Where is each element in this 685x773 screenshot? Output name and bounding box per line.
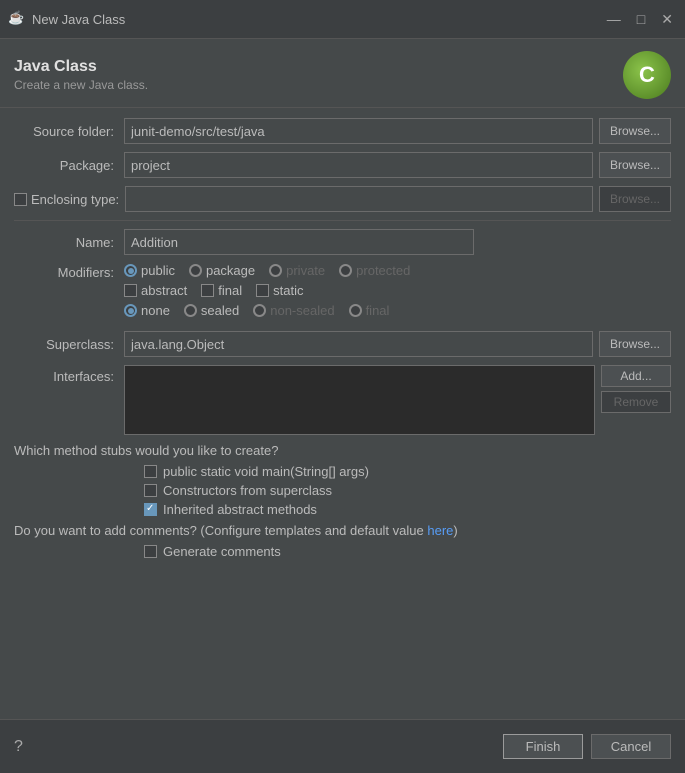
modifiers-label: Modifiers:	[14, 263, 124, 280]
enclosing-type-input[interactable]	[125, 186, 593, 212]
modifier-abstract[interactable]: abstract	[124, 283, 187, 298]
package-row: Package: Browse...	[14, 152, 671, 178]
comments-items: Generate comments	[14, 544, 671, 559]
source-folder-browse-button[interactable]: Browse...	[599, 118, 671, 144]
name-row: Name:	[14, 229, 671, 255]
java-icon: ☕	[8, 10, 26, 28]
modifiers-content: public package private protected	[124, 263, 671, 323]
source-folder-label: Source folder:	[14, 124, 124, 139]
source-folder-row: Source folder: Browse...	[14, 118, 671, 144]
comments-question: Do you want to add comments? (Configure …	[14, 523, 671, 538]
dialog-body: Java Class Create a new Java class. C So…	[0, 39, 685, 773]
footer-buttons: Finish Cancel	[503, 734, 671, 759]
comments-link[interactable]: here	[427, 523, 453, 538]
title-bar-title: New Java Class	[32, 12, 125, 27]
header-title: Java Class	[14, 58, 148, 76]
superclass-row: Superclass: Browse...	[14, 331, 671, 357]
help-button[interactable]: ?	[14, 738, 23, 756]
stub-inherited-checkbox[interactable]	[144, 503, 157, 516]
remove-interface-button[interactable]: Remove	[601, 391, 671, 413]
enclosing-type-label: Enclosing type:	[31, 192, 119, 207]
modifiers-row-2: abstract final static	[124, 283, 671, 298]
interfaces-content: Add... Remove	[124, 365, 671, 435]
name-label: Name:	[14, 235, 124, 250]
modifier-none[interactable]: none	[124, 303, 170, 318]
superclass-browse-button[interactable]: Browse...	[599, 331, 671, 357]
package-browse-button[interactable]: Browse...	[599, 152, 671, 178]
modifiers-row-1: public package private protected	[124, 263, 671, 278]
stub-main: public static void main(String[] args)	[144, 464, 671, 479]
header-logo: C	[623, 51, 671, 99]
stub-main-label: public static void main(String[] args)	[163, 464, 369, 479]
maximize-button[interactable]: □	[633, 11, 649, 28]
enclosing-type-browse-button[interactable]: Browse...	[599, 186, 671, 212]
generate-comments-label: Generate comments	[163, 544, 281, 559]
header-section: Java Class Create a new Java class. C	[0, 39, 685, 108]
modifier-package[interactable]: package	[189, 263, 255, 278]
superclass-input[interactable]	[124, 331, 593, 357]
stub-constructors-label: Constructors from superclass	[163, 483, 332, 498]
header-subtitle: Create a new Java class.	[14, 78, 148, 92]
minimize-button[interactable]: —	[603, 11, 625, 28]
stub-constructors-checkbox[interactable]	[144, 484, 157, 497]
modifier-private: private	[269, 263, 325, 278]
modifier-public[interactable]: public	[124, 263, 175, 278]
modifiers-section: Modifiers: public package private	[14, 263, 671, 323]
interfaces-buttons: Add... Remove	[601, 365, 671, 435]
add-interface-button[interactable]: Add...	[601, 365, 671, 387]
interfaces-area: Add... Remove	[124, 365, 671, 435]
stubs-section: Which method stubs would you like to cre…	[14, 443, 671, 517]
finish-button[interactable]: Finish	[503, 734, 583, 759]
stub-constructors: Constructors from superclass	[144, 483, 671, 498]
comments-question-end: )	[453, 523, 457, 538]
generate-comments-checkbox[interactable]	[144, 545, 157, 558]
content-area: Source folder: Browse... Package: Browse…	[0, 108, 685, 719]
separator	[14, 220, 671, 221]
title-bar: ☕ New Java Class — □ ✕	[0, 0, 685, 39]
modifier-non-sealed: non-sealed	[253, 303, 334, 318]
enclosing-type-row: Enclosing type: Browse...	[14, 186, 671, 212]
modifier-static[interactable]: static	[256, 283, 303, 298]
stubs-items: public static void main(String[] args) C…	[14, 464, 671, 517]
footer: ? Finish Cancel	[0, 719, 685, 773]
generate-comments: Generate comments	[144, 544, 671, 559]
modifiers-row-3: none sealed non-sealed final	[124, 303, 671, 318]
stub-main-checkbox[interactable]	[144, 465, 157, 478]
stub-inherited-label: Inherited abstract methods	[163, 502, 317, 517]
header-text: Java Class Create a new Java class.	[14, 58, 148, 92]
title-bar-left: ☕ New Java Class	[8, 10, 125, 28]
enclosing-type-checkbox[interactable]	[14, 193, 27, 206]
modifier-protected: protected	[339, 263, 410, 278]
title-bar-controls: — □ ✕	[603, 11, 677, 28]
stub-inherited: Inherited abstract methods	[144, 502, 671, 517]
package-label: Package:	[14, 158, 124, 173]
close-button[interactable]: ✕	[657, 11, 677, 28]
package-input[interactable]	[124, 152, 593, 178]
source-folder-input[interactable]	[124, 118, 593, 144]
stubs-question: Which method stubs would you like to cre…	[14, 443, 671, 458]
interfaces-row: Interfaces: Add... Remove	[14, 365, 671, 435]
modifier-sealed[interactable]: sealed	[184, 303, 239, 318]
modifier-final[interactable]: final	[201, 283, 242, 298]
interfaces-list	[124, 365, 595, 435]
comments-section: Do you want to add comments? (Configure …	[14, 523, 671, 559]
name-input[interactable]	[124, 229, 474, 255]
comments-question-text: Do you want to add comments? (Configure …	[14, 523, 427, 538]
modifier-final2: final	[349, 303, 390, 318]
cancel-button[interactable]: Cancel	[591, 734, 671, 759]
superclass-label: Superclass:	[14, 337, 124, 352]
interfaces-label: Interfaces:	[14, 365, 124, 384]
